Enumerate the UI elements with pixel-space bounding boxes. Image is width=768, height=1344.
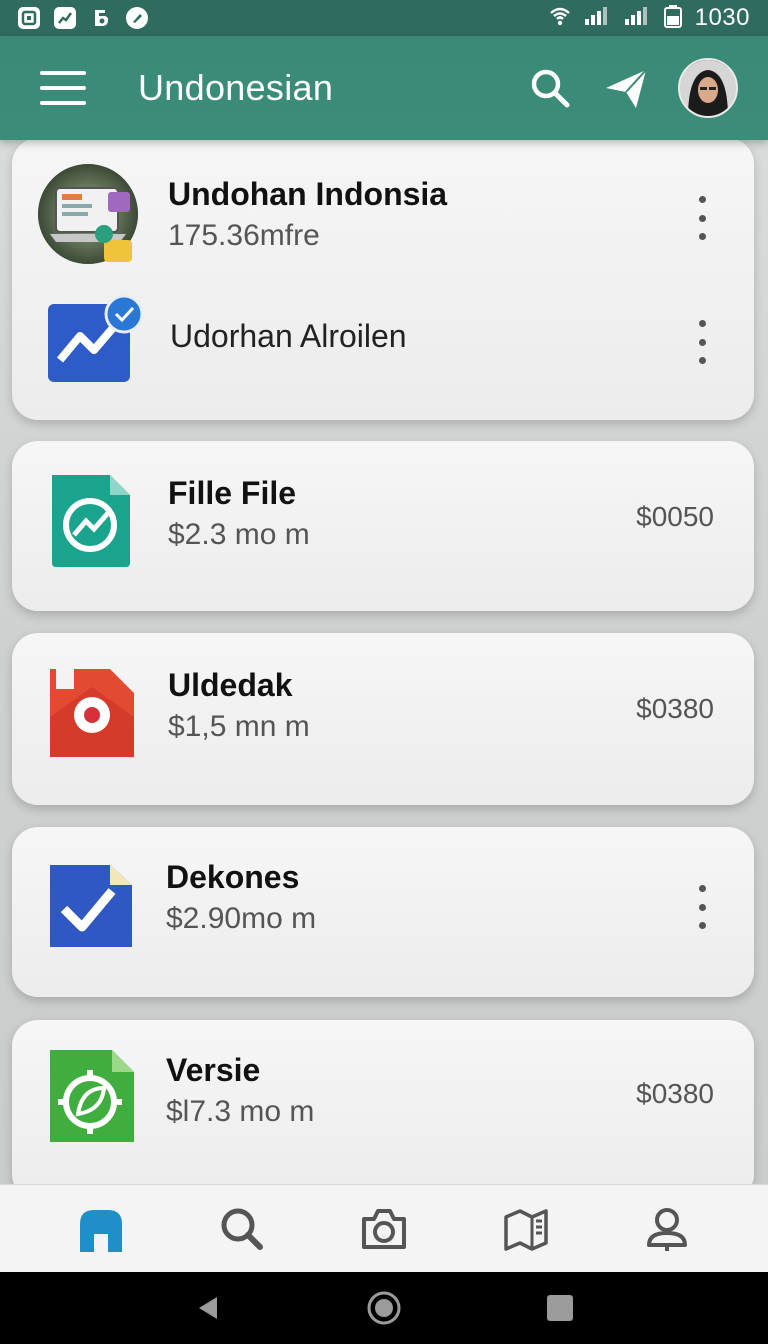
profile-icon [647, 1207, 688, 1251]
more-options-icon[interactable] [692, 885, 712, 929]
item-price: $0380 [636, 693, 714, 724]
search-icon [531, 69, 570, 108]
back-button[interactable] [183, 1283, 233, 1333]
item-title: Undohan Indonsia [168, 175, 448, 212]
send-button[interactable] [602, 64, 650, 112]
avatar[interactable] [678, 58, 738, 118]
item-subtitle: $2.3 mo m [168, 518, 310, 551]
search-icon [221, 1208, 264, 1250]
page-title: Undonesian [138, 67, 334, 108]
nav-profile[interactable] [637, 1199, 697, 1259]
card-fille-file[interactable]: Fille File $2.3 mo m $0050 [12, 441, 754, 611]
signal-icon [623, 5, 651, 32]
home-button[interactable] [359, 1283, 409, 1333]
more-options-icon[interactable] [692, 320, 712, 364]
list-item[interactable]: Undohan Indonsia 175.36mfre [12, 162, 754, 266]
app-bar-actions [526, 58, 738, 118]
blue-check-doc-icon [48, 861, 134, 951]
list-item-text: Udorhan Alroilen [170, 318, 407, 355]
chart-app-icon [54, 7, 76, 29]
red-folder-icon [48, 667, 138, 763]
item-title: Dekones [166, 859, 300, 895]
card-versie[interactable]: Versie $l7.3 mo m $0380 [12, 1020, 754, 1200]
list-item-text: Uldedak $1,5 mn m [168, 667, 310, 744]
item-price: $0050 [636, 501, 714, 532]
list-item[interactable]: Udorhan Alroilen [12, 288, 754, 384]
camera-icon [361, 1208, 406, 1249]
item-price: $0380 [636, 1078, 714, 1109]
item-subtitle: $2.90mo m [166, 902, 317, 935]
signal-icon [583, 5, 611, 32]
home-circle-icon [367, 1291, 401, 1325]
recents-button[interactable] [535, 1283, 585, 1333]
status-notification-icons [18, 7, 148, 29]
card-uldedak[interactable]: Uldedak $1,5 mn m $0380 [12, 633, 754, 805]
map-icon [503, 1208, 548, 1251]
item-title: Versie [166, 1052, 261, 1088]
send-icon [606, 69, 647, 108]
item-subtitle: 175.36mfre [168, 218, 320, 252]
nav-camera[interactable] [354, 1199, 414, 1259]
laptop-image-icon [38, 162, 142, 266]
list-item-text: Fille File $2.3 mo m [168, 475, 310, 552]
item-title: Uldedak [168, 667, 293, 703]
hamburger-menu-icon[interactable] [40, 71, 86, 105]
green-gear-doc-icon [48, 1048, 136, 1144]
wifi-icon [549, 5, 571, 32]
list-item-text: Dekones $2.90mo m [166, 859, 316, 936]
more-options-icon[interactable] [692, 196, 712, 240]
item-title: Fille File [168, 475, 297, 511]
app-bar: Undonesian [0, 36, 768, 140]
search-button[interactable] [526, 64, 574, 112]
b-app-icon [90, 7, 112, 29]
system-navigation-bar [0, 1272, 768, 1344]
bottom-navigation [0, 1184, 768, 1272]
nav-map[interactable] [496, 1199, 556, 1259]
back-icon [199, 1297, 217, 1319]
recents-icon [547, 1295, 573, 1321]
status-time: 1030 [694, 4, 750, 31]
item-subtitle: $1,5 mn m [168, 710, 310, 743]
nav-search[interactable] [212, 1199, 272, 1259]
item-title: Udorhan Alroilen [170, 317, 407, 354]
nav-home[interactable] [71, 1199, 131, 1259]
chart-check-icon [48, 294, 148, 384]
list-item-text: Undohan Indonsia 175.36mfre [168, 176, 447, 253]
card-undohan: Undohan Indonsia 175.36mfre Udorhan Alro… [12, 138, 754, 420]
pen-app-icon [126, 7, 148, 29]
home-icon [79, 1209, 122, 1252]
card-dekones[interactable]: Dekones $2.90mo m [12, 827, 754, 997]
teal-chart-doc-icon [48, 473, 134, 569]
battery-icon [663, 4, 683, 33]
item-subtitle: $l7.3 mo m [166, 1095, 315, 1128]
notification-c-icon [18, 7, 40, 29]
status-bar: 1030 [0, 0, 768, 36]
list-item-text: Versie $l7.3 mo m [166, 1052, 314, 1129]
status-system-icons: 1030 [549, 4, 750, 33]
